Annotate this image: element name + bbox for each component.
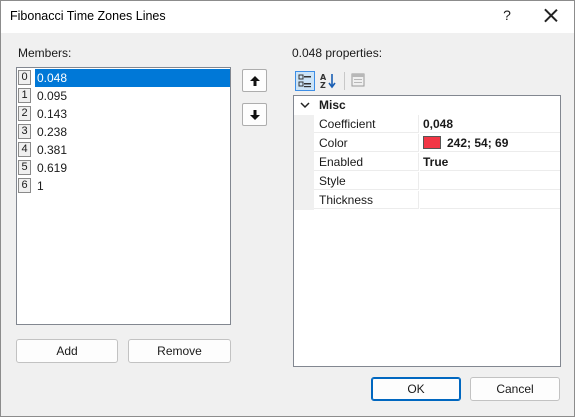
- property-grid[interactable]: Misc Coefficient 0,048 Color 242; 54; 69…: [293, 95, 561, 367]
- list-item-value: 0.381: [37, 143, 68, 157]
- dialog-title: Fibonacci Time Zones Lines: [10, 9, 166, 23]
- list-item-index: 2: [18, 106, 31, 121]
- categorized-view-button[interactable]: [295, 71, 315, 91]
- properties-label: 0.048 properties:: [292, 46, 383, 60]
- list-item-index: 6: [18, 178, 31, 193]
- category-misc[interactable]: Misc: [294, 96, 560, 115]
- property-name: Enabled: [314, 153, 419, 171]
- property-value-cell[interactable]: 242; 54; 69: [420, 134, 560, 152]
- list-item-value: 0.143: [37, 107, 68, 121]
- list-item[interactable]: 3 0.238: [17, 123, 230, 141]
- property-pages-icon: [351, 73, 365, 87]
- property-row-color[interactable]: Color 242; 54; 69: [294, 134, 560, 153]
- property-pages-button[interactable]: [349, 71, 369, 91]
- list-item-index: 0: [18, 70, 31, 85]
- row-gutter: [294, 172, 314, 191]
- help-button[interactable]: ?: [498, 7, 516, 25]
- alphabetical-sort-button[interactable]: A Z: [319, 71, 339, 91]
- property-name: Thickness: [314, 191, 419, 209]
- property-row-coefficient[interactable]: Coefficient 0,048: [294, 115, 560, 134]
- property-name: Coefficient: [314, 115, 419, 133]
- list-item-index: 1: [18, 88, 31, 103]
- cancel-button[interactable]: Cancel: [470, 377, 560, 401]
- list-item-value: 0.095: [37, 89, 68, 103]
- close-icon[interactable]: [541, 6, 561, 26]
- list-item-value: 0.619: [37, 161, 68, 175]
- svg-text:Z: Z: [320, 81, 326, 90]
- list-item-index: 4: [18, 142, 31, 157]
- property-name: Style: [314, 172, 419, 190]
- category-name: Misc: [319, 98, 346, 112]
- list-item[interactable]: 2 0.143: [17, 105, 230, 123]
- list-item-value: 0.238: [37, 125, 68, 139]
- list-item[interactable]: 5 0.619: [17, 159, 230, 177]
- move-up-button[interactable]: [242, 69, 267, 92]
- row-gutter: [294, 191, 314, 210]
- list-item-value: 0.048: [35, 69, 230, 87]
- row-gutter: [294, 115, 314, 134]
- property-row-style[interactable]: Style: [294, 172, 560, 191]
- dialog-window: Fibonacci Time Zones Lines ? Members: 0 …: [0, 0, 575, 417]
- add-button[interactable]: Add: [16, 339, 118, 363]
- list-item[interactable]: 6 1: [17, 177, 230, 195]
- members-label: Members:: [18, 46, 72, 60]
- list-item-value: 1: [37, 179, 44, 193]
- chevron-down-icon[interactable]: [299, 99, 311, 111]
- ok-button[interactable]: OK: [371, 377, 461, 401]
- property-name: Color: [314, 134, 419, 152]
- remove-button[interactable]: Remove: [128, 339, 231, 363]
- property-value[interactable]: 0,048: [420, 115, 560, 133]
- property-toolbar: A Z: [293, 69, 561, 93]
- row-gutter: [294, 134, 314, 153]
- arrow-up-icon: [250, 76, 260, 86]
- title-bar[interactable]: Fibonacci Time Zones Lines ?: [1, 1, 574, 33]
- list-item-index: 5: [18, 160, 31, 175]
- color-swatch[interactable]: [423, 136, 441, 149]
- property-value[interactable]: [420, 172, 560, 190]
- members-list[interactable]: 0 0.048 1 0.095 2 0.143 3 0.238 4 0.381 …: [16, 67, 231, 325]
- categorized-view-icon: [298, 74, 311, 88]
- list-item[interactable]: 4 0.381: [17, 141, 230, 159]
- list-item[interactable]: 1 0.095: [17, 87, 230, 105]
- row-gutter: [294, 153, 314, 172]
- property-row-thickness[interactable]: Thickness: [294, 191, 560, 210]
- property-value[interactable]: [420, 191, 560, 209]
- list-item-index: 3: [18, 124, 31, 139]
- move-down-button[interactable]: [242, 103, 267, 126]
- property-value: 242; 54; 69: [447, 136, 509, 150]
- property-value[interactable]: True: [420, 153, 560, 171]
- toolbar-divider: [344, 72, 345, 90]
- alphabetical-sort-icon: A Z: [320, 73, 336, 90]
- arrow-down-icon: [250, 110, 260, 120]
- property-row-enabled[interactable]: Enabled True: [294, 153, 560, 172]
- list-item[interactable]: 0 0.048: [17, 69, 230, 87]
